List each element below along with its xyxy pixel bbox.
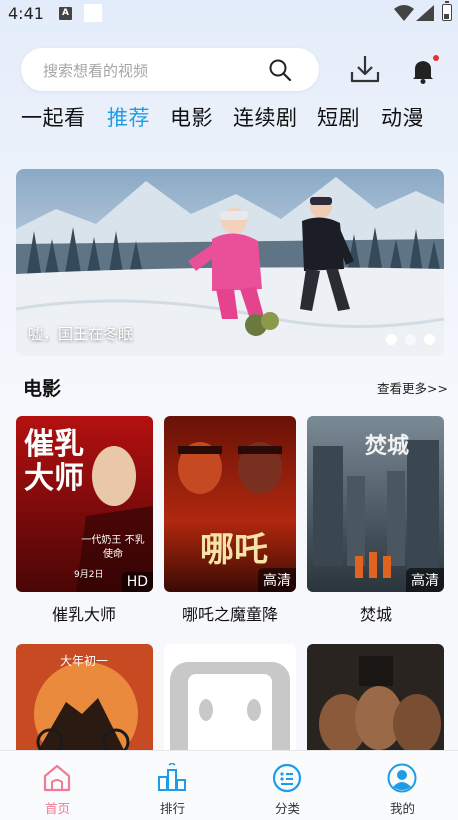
wifi-icon [394, 5, 414, 21]
notification-blank-icon [84, 4, 102, 22]
section-title: 电影 [23, 378, 62, 400]
banner-dot[interactable] [386, 334, 397, 345]
image-placeholder-icon [170, 662, 290, 754]
view-more-link[interactable]: 查看更多>> [377, 378, 448, 397]
ranking-icon [158, 763, 186, 791]
poster-title-text: 催乳大师 [24, 427, 84, 496]
notifications-button[interactable] [409, 55, 439, 85]
nav-label: 分类 [274, 801, 300, 816]
profile-icon [387, 763, 417, 793]
bottom-nav: 首页 排行 分类 我的 [0, 750, 458, 820]
category-tabs: 一起看 推荐 电影 连续剧 短剧 动漫 [0, 102, 458, 136]
movie-poster[interactable]: 催乳大师 一代奶王 不乳使命 9月2日 HD [16, 416, 153, 592]
notification-badge [433, 55, 439, 61]
tab-anime[interactable]: 动漫 [381, 102, 424, 132]
search-placeholder: 搜索想看的视频 [43, 62, 149, 80]
poster-image [307, 644, 444, 754]
tab-series[interactable]: 连续剧 [233, 102, 298, 132]
movie-poster[interactable] [307, 644, 444, 754]
banner-dot[interactable] [424, 334, 435, 345]
nav-home[interactable]: 首页 [0, 751, 115, 820]
nav-ranking[interactable]: 排行 [115, 751, 230, 820]
poster-date: 9月2日 [74, 570, 104, 580]
banner-caption: 嘘，国王在冬眠 [28, 325, 134, 343]
nav-category[interactable]: 分类 [230, 751, 345, 820]
quality-badge: HD [121, 572, 153, 592]
poster-title-text: 焚城 [365, 433, 410, 459]
nav-label: 首页 [44, 801, 70, 816]
signal-icon [416, 5, 434, 21]
movie-poster-placeholder[interactable] [164, 644, 296, 754]
status-bar: 4:41 A [0, 0, 458, 28]
movie-poster[interactable]: 大年初一 [16, 644, 153, 754]
banner-dot[interactable] [405, 334, 416, 345]
movie-title[interactable]: 焚城 [306, 601, 446, 625]
tab-movies[interactable]: 电影 [170, 102, 213, 132]
notification-a-icon: A [59, 7, 72, 20]
poster-title-text: 哪吒 [200, 530, 268, 570]
tab-together[interactable]: 一起看 [21, 102, 86, 132]
poster-title-text: 大年初一 [60, 654, 109, 668]
home-icon [43, 764, 71, 792]
battery-icon [442, 1, 452, 21]
quality-badge: 高清 [406, 568, 444, 592]
bell-icon [413, 61, 433, 84]
category-icon [272, 763, 302, 793]
search-input[interactable]: 搜索想看的视频 [21, 48, 319, 91]
poster-tagline: 一代奶王 不乳使命 [81, 535, 145, 560]
status-time: 4:41 [8, 4, 44, 23]
movie-title[interactable]: 哪吒之魔童降 [160, 601, 300, 625]
nav-label: 我的 [389, 801, 415, 816]
movie-title[interactable]: 催乳大师 [14, 601, 154, 625]
quality-badge: 高清 [258, 568, 296, 592]
nav-profile[interactable]: 我的 [345, 751, 458, 820]
download-icon[interactable] [349, 54, 381, 84]
tab-recommended[interactable]: 推荐 [107, 102, 150, 132]
tab-short-drama[interactable]: 短剧 [317, 102, 360, 132]
featured-banner[interactable]: 嘘，国王在冬眠 [16, 169, 444, 356]
movie-poster[interactable]: 焚城 高清 [307, 416, 444, 592]
movie-poster[interactable]: 哪吒 高清 [164, 416, 296, 592]
search-icon[interactable] [268, 58, 292, 82]
nav-label: 排行 [159, 801, 185, 816]
